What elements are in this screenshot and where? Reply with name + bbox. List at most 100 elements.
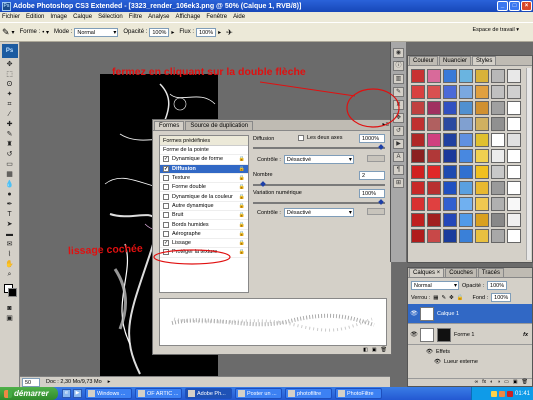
brush-option-lissage[interactable]: ✓ Lissage 🔒 [160,239,248,249]
style-swatch[interactable] [475,133,489,147]
formes-predefinies-item[interactable]: Formes prédéfinies [160,136,248,146]
delete-layer-icon[interactable]: 🗑 [522,379,528,386]
eyedropper-tool-icon[interactable]: ⌇ [3,250,17,260]
character-icon[interactable]: A [393,152,404,162]
nombre-slider[interactable] [253,184,385,186]
style-swatch[interactable] [427,85,441,99]
style-swatch[interactable] [475,101,489,115]
new-brush-icon[interactable]: ▣ [372,347,377,354]
style-swatch[interactable] [507,165,521,179]
clone-source-icon[interactable]: ♜ [393,100,404,110]
style-swatch[interactable] [491,197,505,211]
trash-icon[interactable]: 🗑 [381,347,387,354]
diffusion-slider[interactable] [253,147,385,149]
add-mask-icon[interactable]: ◐ [490,379,493,386]
info-icon[interactable]: ⓘ [393,61,404,71]
style-swatch[interactable] [507,85,521,99]
style-swatch[interactable] [411,133,425,147]
menu-analyse[interactable]: Analyse [148,14,169,20]
variation-slider[interactable] [253,202,385,204]
style-swatch[interactable] [491,85,505,99]
style-swatch[interactable] [427,133,441,147]
tool-presets-icon[interactable]: ✥ [393,113,404,123]
style-swatch[interactable] [427,149,441,163]
brush-option-diffusion[interactable]: ✓ Diffusion 🔒 [160,164,248,174]
controle-select[interactable]: Désactivé [283,155,354,164]
style-swatch[interactable] [427,117,441,131]
navigator-icon[interactable]: ◉ [393,48,404,58]
blend-mode-select[interactable]: Normal [411,281,459,290]
lueur-externe-row[interactable]: 👁 Lueur externe [408,357,532,366]
taskbar-item-poster[interactable]: Poster un ... [235,388,282,399]
slice-tool-icon[interactable]: ⁄ [3,110,17,120]
color-swatches[interactable] [3,284,17,297]
style-swatch[interactable] [459,213,473,227]
style-swatch[interactable] [475,149,489,163]
style-swatch[interactable] [491,181,505,195]
style-swatch[interactable] [459,85,473,99]
magic-wand-tool-icon[interactable]: ✦ [3,90,17,100]
style-swatch[interactable] [491,117,505,131]
lock-icon[interactable]: 🔒 [239,166,245,172]
brushes-panel-icon[interactable]: ✎ [393,87,404,97]
workspace-button[interactable]: Espace de travail ▾ [473,27,519,33]
background-color[interactable] [7,288,17,297]
option-checkbox[interactable]: ✓ [163,165,169,172]
new-layer-icon[interactable]: ▣ [513,379,518,386]
tab-couches[interactable]: Couches [445,268,477,277]
style-swatch[interactable] [475,117,489,131]
taskbar-item-windows[interactable]: Windows ... [85,388,132,399]
style-swatch[interactable] [475,85,489,99]
healing-tool-icon[interactable]: ✚ [3,120,17,130]
marquee-tool-icon[interactable]: ⬚ [3,70,17,80]
style-swatch[interactable] [507,69,521,83]
visibility-eye-icon[interactable]: 👁 [410,331,418,338]
style-swatch[interactable] [411,165,425,179]
style-swatch[interactable] [443,229,457,243]
pen-tool-icon[interactable]: ✒ [3,200,17,210]
tab-source-duplication[interactable]: Source de duplication [185,121,254,130]
style-swatch[interactable] [411,149,425,163]
lueur-eye-icon[interactable]: 👁 [434,359,441,365]
style-swatch[interactable] [459,229,473,243]
lock-icon[interactable]: 🔒 [239,240,245,246]
nombre-input[interactable]: 2 [359,171,385,180]
brush-option-proteger-texture[interactable]: Protéger la texture 🔒 [160,248,248,258]
diffusion-value-input[interactable]: 1000% [359,134,385,143]
opacite-input[interactable]: 100% [149,27,170,37]
history-brush-icon[interactable]: ↺ [3,150,17,160]
tab-traces[interactable]: Tracés [477,268,504,277]
brush-option-dynamique-couleur[interactable]: Dynamique de la couleur 🔒 [160,192,248,202]
history-icon[interactable]: ↺ [393,126,404,136]
style-swatch[interactable] [507,197,521,211]
style-swatch[interactable] [411,117,425,131]
lock-icon[interactable]: 🔒 [239,203,245,209]
style-swatch[interactable] [411,197,425,211]
tray-icon[interactable] [490,390,497,397]
option-checkbox[interactable] [163,221,169,228]
effets-row[interactable]: 👁 Effets [408,347,532,356]
link-layers-icon[interactable]: ∞ [475,379,479,386]
style-swatch[interactable] [427,165,441,179]
quickmask-icon[interactable]: ◙ [3,304,17,314]
style-swatch[interactable] [427,101,441,115]
option-checkbox[interactable] [163,202,169,209]
style-swatch[interactable] [491,69,505,83]
zoom-level-input[interactable]: 50 % [22,377,40,394]
lasso-tool-icon[interactable]: ʘ [3,80,17,90]
maximize-button[interactable]: □ [509,1,520,11]
close-button[interactable]: × [521,1,532,11]
tab-formes[interactable]: Formes [154,121,185,130]
style-swatch[interactable] [443,213,457,227]
style-swatch[interactable] [475,165,489,179]
paragraph-icon[interactable]: ¶ [393,165,404,175]
style-swatch[interactable] [443,117,457,131]
brush-option-forme-double[interactable]: Forme double 🔒 [160,183,248,193]
lock-icon[interactable]: 🔒 [239,222,245,228]
lock-pixels-icon[interactable]: ✎ [441,295,446,301]
option-checkbox[interactable]: ✓ [163,156,169,163]
tray-icon[interactable] [498,390,505,397]
style-swatch[interactable] [507,133,521,147]
style-swatch[interactable] [475,181,489,195]
crop-tool-icon[interactable]: ⌗ [3,100,17,110]
